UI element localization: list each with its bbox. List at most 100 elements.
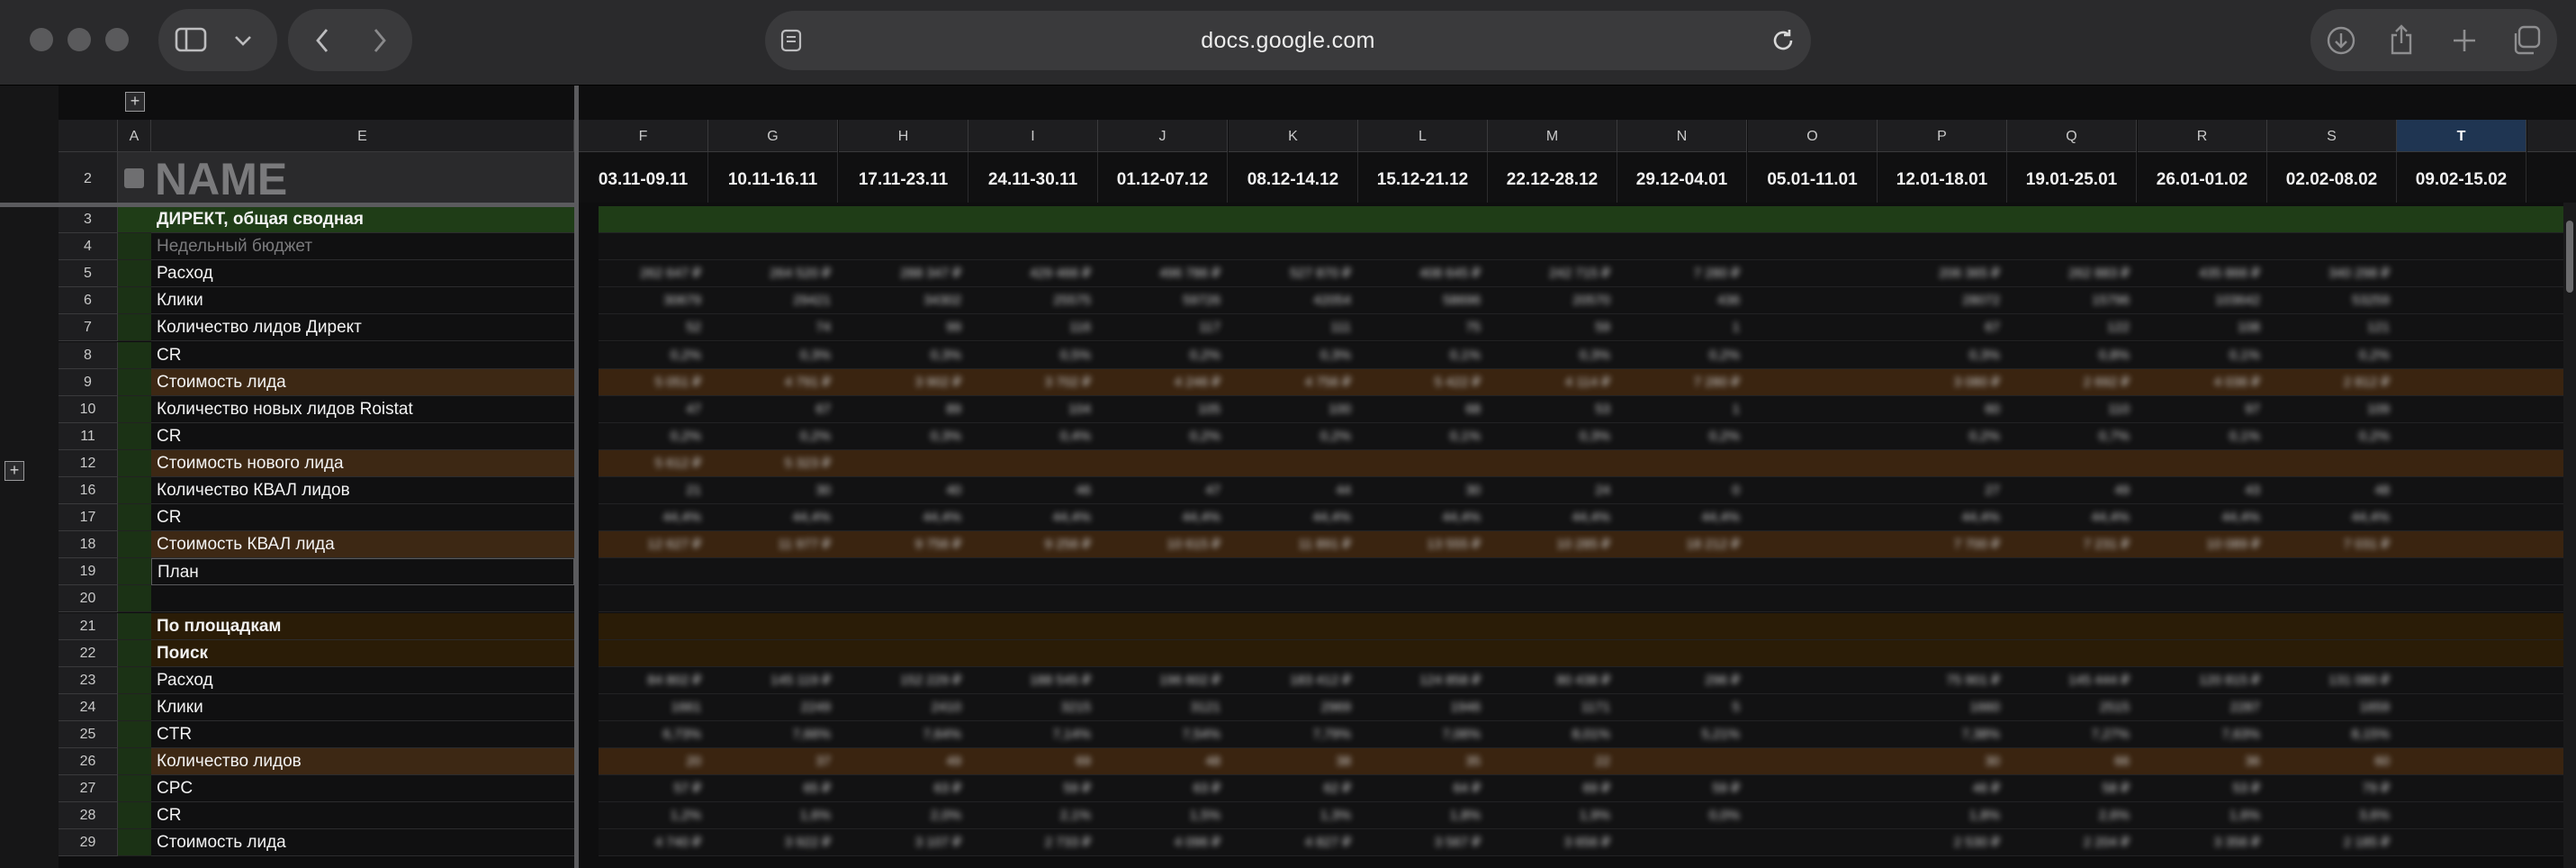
value-cell[interactable]: 59 ₽ <box>1617 775 1747 802</box>
value-cell[interactable]: 0,2% <box>1098 423 1228 450</box>
row-label[interactable]: Стоимость лида <box>151 369 574 396</box>
value-cell[interactable]: 435 866 ₽ <box>2138 260 2267 287</box>
value-cell[interactable] <box>1748 287 1878 314</box>
row-number[interactable]: 12 <box>59 450 118 477</box>
column-header[interactable]: L <box>1358 120 1488 152</box>
value-cell[interactable]: 20570 <box>1488 287 1617 314</box>
value-cell[interactable]: 7,66% <box>708 721 838 748</box>
value-cell[interactable]: 5 051 ₽ <box>579 369 708 396</box>
value-cell[interactable] <box>1617 829 1747 856</box>
value-cell[interactable]: 103642 <box>2138 287 2267 314</box>
row-label[interactable]: Клики <box>151 287 574 314</box>
value-cell[interactable]: 69 <box>968 748 1098 775</box>
value-cell[interactable]: 145 444 ₽ <box>2007 667 2137 694</box>
value-cell[interactable]: 44,4% <box>2007 504 2137 531</box>
value-cell[interactable]: 0,2% <box>1229 423 1358 450</box>
value-cell[interactable]: 11 891 ₽ <box>1229 531 1358 558</box>
value-cell[interactable]: 0,2% <box>708 423 838 450</box>
value-cell[interactable]: 0,3% <box>1878 342 2007 369</box>
value-cell[interactable]: 62 ₽ <box>1229 775 1358 802</box>
value-cell[interactable]: 1660 <box>1878 694 2007 721</box>
value-cell[interactable]: 15796 <box>2007 287 2137 314</box>
cell-A[interactable] <box>118 613 151 640</box>
value-cell[interactable]: 111 <box>1229 314 1358 341</box>
value-cell[interactable]: 0,2% <box>2267 342 2397 369</box>
value-cell[interactable]: 74 <box>708 314 838 341</box>
value-cell[interactable]: 3 902 ₽ <box>839 369 968 396</box>
value-cell[interactable]: 60 <box>1878 396 2007 423</box>
cell-A[interactable] <box>118 640 151 667</box>
value-cell[interactable] <box>2007 450 2137 477</box>
value-cell[interactable]: 1,6% <box>2138 802 2267 829</box>
value-cell[interactable]: 124 858 ₽ <box>1358 667 1488 694</box>
value-cell[interactable]: 9 256 ₽ <box>968 531 1098 558</box>
value-cell[interactable]: 3215 <box>968 694 1098 721</box>
column-header[interactable]: R <box>2138 120 2267 152</box>
value-cell[interactable]: 262 647 ₽ <box>579 260 708 287</box>
value-cell[interactable]: 2249 <box>708 694 838 721</box>
column-header[interactable]: P <box>1878 120 2007 152</box>
row-label[interactable]: Количество лидов <box>151 748 574 775</box>
cell-A[interactable] <box>118 531 151 558</box>
value-cell[interactable]: 68 <box>1358 396 1488 423</box>
cell-A[interactable] <box>118 396 151 423</box>
value-cell[interactable]: 0,2% <box>1617 342 1747 369</box>
cell-A[interactable] <box>118 342 151 369</box>
cell-A[interactable] <box>118 314 151 341</box>
value-cell[interactable]: 2 185 ₽ <box>2267 829 2397 856</box>
date-range-header[interactable]: 10.11-16.11 <box>708 152 838 203</box>
value-cell[interactable]: 6,73% <box>579 721 708 748</box>
address-bar[interactable]: docs.google.com <box>765 11 1811 70</box>
cell-A[interactable] <box>118 477 151 504</box>
value-cell[interactable]: 116 <box>968 314 1098 341</box>
row-number[interactable]: 22 <box>59 640 118 667</box>
value-cell[interactable] <box>1748 694 1878 721</box>
value-cell[interactable]: 1659 <box>2267 694 2397 721</box>
value-cell[interactable]: 0,1% <box>1358 423 1488 450</box>
value-cell[interactable]: 0,8% <box>2007 342 2137 369</box>
value-cell[interactable]: 0,2% <box>2267 423 2397 450</box>
value-cell[interactable]: 7 700 ₽ <box>1878 531 2007 558</box>
value-cell[interactable]: 131 080 ₽ <box>2267 667 2397 694</box>
value-cell[interactable]: 0 <box>1617 477 1747 504</box>
cell-A[interactable] <box>118 450 151 477</box>
value-cell[interactable] <box>1358 450 1488 477</box>
value-cell[interactable]: 27 <box>1878 477 2007 504</box>
value-cell[interactable]: 44,4% <box>708 504 838 531</box>
value-cell[interactable]: 527 870 ₽ <box>1229 260 1358 287</box>
row-label[interactable]: CR <box>151 504 574 531</box>
value-cell[interactable]: 105 <box>1098 396 1228 423</box>
chevron-down-icon[interactable] <box>225 27 261 54</box>
value-cell[interactable]: 0,7% <box>2007 423 2137 450</box>
value-cell[interactable]: 46 ₽ <box>1878 775 2007 802</box>
value-cell[interactable]: 0,2% <box>1617 423 1747 450</box>
vertical-scrollbar[interactable] <box>2563 203 2576 868</box>
value-cell[interactable]: 0,3% <box>1488 423 1617 450</box>
minimize-window-button[interactable] <box>68 28 91 51</box>
value-cell[interactable]: 2515 <box>2007 694 2137 721</box>
value-cell[interactable]: 65 ₽ <box>708 775 838 802</box>
cell-A[interactable] <box>118 829 151 856</box>
value-cell[interactable]: 44,4% <box>968 504 1098 531</box>
row-label[interactable]: Клики <box>151 694 574 721</box>
value-cell[interactable]: 59 ₽ <box>968 775 1098 802</box>
value-cell[interactable]: 5 612 ₽ <box>579 450 708 477</box>
value-cell[interactable]: 35 <box>1358 748 1488 775</box>
column-header[interactable]: H <box>839 120 968 152</box>
value-cell[interactable] <box>839 450 968 477</box>
row-freeze-handle[interactable] <box>0 203 574 207</box>
value-cell[interactable]: 58 ₽ <box>2007 775 2137 802</box>
value-cell[interactable]: 80 438 ₽ <box>1488 667 1617 694</box>
value-cell[interactable]: 2 530 ₽ <box>1878 829 2007 856</box>
value-cell[interactable]: 47 <box>1098 477 1228 504</box>
row-label[interactable]: Расход <box>151 667 574 694</box>
value-cell[interactable] <box>1748 775 1878 802</box>
value-cell[interactable]: 20 <box>579 748 708 775</box>
value-cell[interactable] <box>1617 450 1747 477</box>
date-range-header[interactable]: 02.02-08.02 <box>2267 152 2397 203</box>
cell-A[interactable] <box>118 260 151 287</box>
value-cell[interactable]: 44,4% <box>1229 504 1358 531</box>
value-cell[interactable]: 2 692 ₽ <box>2007 369 2137 396</box>
value-cell[interactable]: 10 615 ₽ <box>1098 531 1228 558</box>
value-cell[interactable]: 43 <box>2138 477 2267 504</box>
